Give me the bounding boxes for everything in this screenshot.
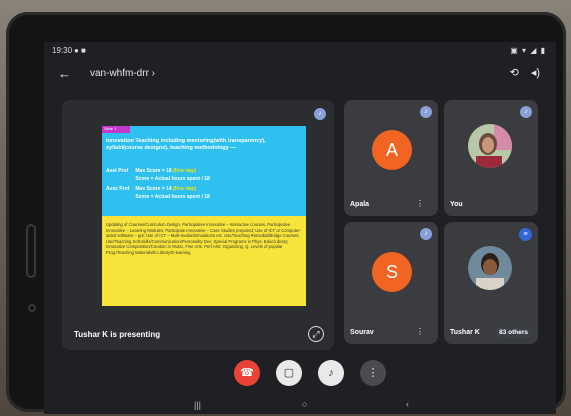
avatar bbox=[468, 124, 512, 168]
tablet-side-button bbox=[26, 224, 36, 278]
mic-toggle-button[interactable]: ♪ bbox=[318, 360, 344, 386]
recent-apps-icon[interactable]: ||| bbox=[194, 400, 201, 410]
end-call-button[interactable]: ☎ bbox=[234, 360, 260, 386]
speaker-icon[interactable]: ◂) bbox=[531, 66, 540, 79]
slide-header-block: Slide 1 Innovation Teaching including me… bbox=[102, 126, 306, 216]
meet-screen: 19:30 ● ■ ▣ ▾ ◢ ▮ ← van-whfm-drr › ⟲ ◂) … bbox=[44, 42, 556, 414]
slide-row: Assc Prof Max Score = 14 (Hrs/ day) bbox=[106, 186, 197, 192]
switch-camera-icon[interactable]: ⟲ bbox=[510, 66, 519, 79]
call-controls: ☎ ▢ ♪ ⋮ bbox=[44, 360, 556, 390]
meeting-title-bar: ← van-whfm-drr › ⟲ ◂) bbox=[44, 60, 556, 88]
presentation-mic-indicator-icon: ♪ bbox=[314, 108, 326, 120]
meeting-code[interactable]: van-whfm-drr › bbox=[90, 68, 155, 79]
participant-name: Sourav bbox=[350, 329, 374, 336]
notification-icons: ● ■ bbox=[74, 46, 86, 55]
nav-back-icon[interactable]: ‹ bbox=[406, 399, 409, 409]
camera-toggle-button[interactable]: ▢ bbox=[276, 360, 302, 386]
slide-body-text: Updating of Courses/Curriculum Design, P… bbox=[106, 222, 301, 255]
participant-tile-apala[interactable]: ♪ A Apala ⋮ bbox=[344, 100, 438, 216]
presenting-label: Tushar K is presenting bbox=[74, 330, 161, 339]
avatar-photo-icon bbox=[468, 124, 512, 168]
tablet-camera-icon bbox=[28, 304, 36, 312]
avatar: S bbox=[372, 252, 412, 292]
android-nav-bar: ||| ○ ‹ bbox=[44, 398, 556, 414]
fullscreen-icon[interactable]: ⤢ bbox=[308, 326, 324, 342]
slide-tag: Slide 1 bbox=[102, 126, 130, 133]
avatar: A bbox=[372, 130, 412, 170]
slide-row: Asst Prof Max Score = 18 (Hrs/ day) bbox=[106, 168, 197, 174]
presentation-tile[interactable]: ♪ Slide 1 Innovation Teaching including … bbox=[62, 100, 334, 350]
slide-row: Score = Actual hours spent / 18 bbox=[135, 176, 210, 182]
more-options-icon[interactable]: ⋮ bbox=[416, 199, 424, 208]
speaking-indicator-icon: ≡ bbox=[519, 228, 532, 241]
status-bar: 19:30 ● ■ ▣ ▾ ◢ ▮ bbox=[44, 42, 556, 58]
muted-mic-icon: ♪ bbox=[520, 106, 532, 118]
status-time: 19:30 bbox=[52, 46, 73, 55]
participant-name: Apala bbox=[350, 201, 370, 208]
participant-tile-sourav[interactable]: ♪ S Sourav ⋮ bbox=[344, 222, 438, 344]
participant-tile-tushar[interactable]: ≡ Tushar K 83 others bbox=[444, 222, 538, 344]
participant-name: Tushar K bbox=[450, 329, 480, 336]
muted-mic-icon: ♪ bbox=[420, 106, 432, 118]
back-arrow-icon[interactable]: ← bbox=[58, 66, 71, 81]
more-options-icon[interactable]: ⋮ bbox=[416, 327, 424, 336]
participant-name: You bbox=[450, 201, 463, 208]
home-icon[interactable]: ○ bbox=[302, 399, 307, 409]
slide-row: Score = Actual hours spent / 18 bbox=[135, 194, 210, 200]
participant-tile-you[interactable]: ♪ You bbox=[444, 100, 538, 216]
muted-mic-icon: ♪ bbox=[420, 228, 432, 240]
more-options-button[interactable]: ⋮ bbox=[360, 360, 386, 386]
others-count-badge[interactable]: 83 others bbox=[495, 327, 532, 338]
system-status-icons: ▣ ▾ ◢ ▮ bbox=[510, 46, 546, 55]
slide-heading: Innovation Teaching including mentoring(… bbox=[106, 138, 266, 151]
shared-slide: Slide 1 Innovation Teaching including me… bbox=[102, 126, 306, 306]
avatar-photo-icon bbox=[468, 246, 512, 290]
avatar bbox=[468, 246, 512, 290]
tablet-device: 19:30 ● ■ ▣ ▾ ◢ ▮ ← van-whfm-drr › ⟲ ◂) … bbox=[6, 12, 566, 414]
